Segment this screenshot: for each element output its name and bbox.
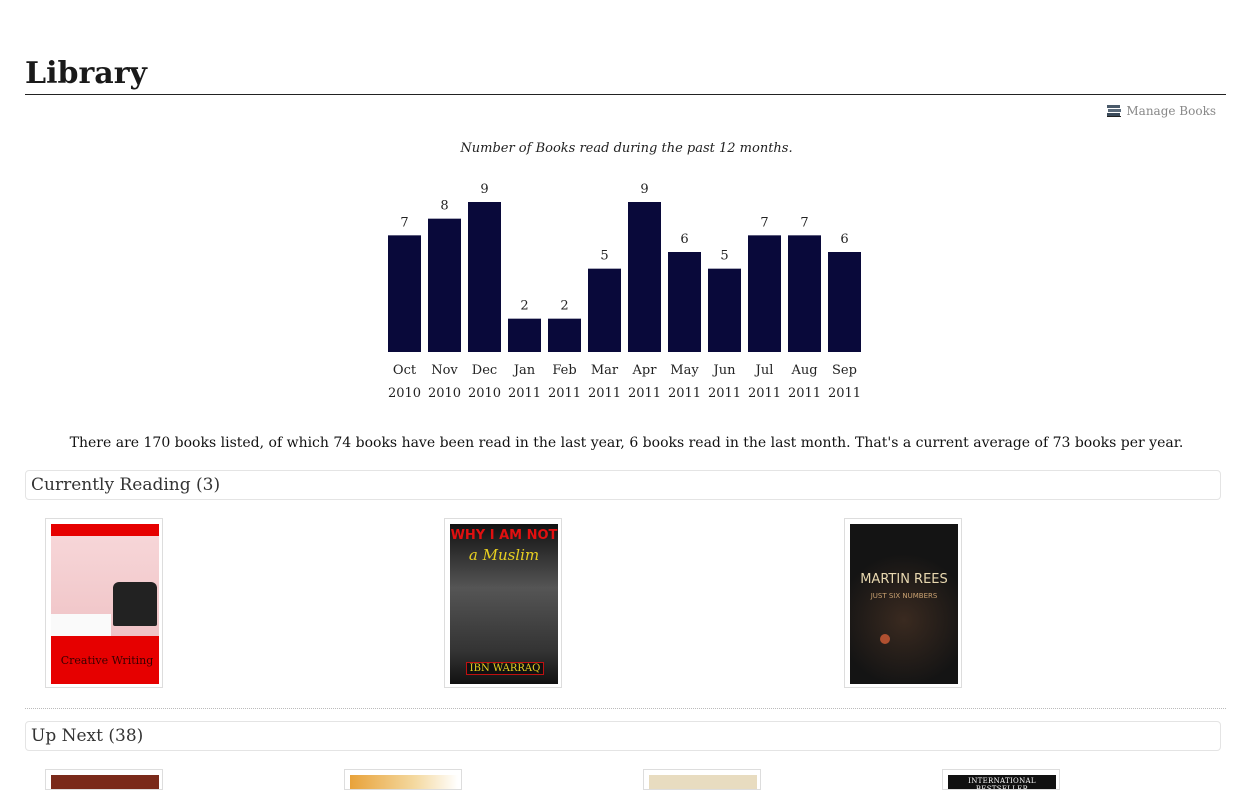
x-tick-month: Sep <box>832 363 857 378</box>
bar-value-label: 2 <box>560 299 568 314</box>
x-tick-month: Oct <box>393 363 417 378</box>
cover-author: IBN WARRAQ <box>466 662 544 675</box>
bar-feb-2011 <box>548 318 581 352</box>
x-tick-month: Jun <box>712 363 737 378</box>
bar-jul-2011 <box>748 235 781 352</box>
bar-value-label: 7 <box>400 215 408 230</box>
bar-may-2011 <box>668 252 701 352</box>
x-tick-year: 2010 <box>428 386 461 401</box>
x-tick-year: 2011 <box>668 386 701 401</box>
currently-reading-header[interactable]: Currently Reading (3) <box>25 470 1221 500</box>
manage-books-label: Manage Books <box>1126 104 1216 118</box>
x-tick-month: Dec <box>472 363 497 378</box>
book-cover[interactable] <box>344 769 462 790</box>
cover-image: MARTIN REES JUST SIX NUMBERS <box>850 524 958 684</box>
x-tick-year: 2011 <box>828 386 861 401</box>
x-tick-year: 2011 <box>508 386 541 401</box>
bar-dec-2010 <box>468 202 501 352</box>
x-tick-month: Apr <box>632 363 658 378</box>
bar-jan-2011 <box>508 318 541 352</box>
x-tick-year: 2011 <box>748 386 781 401</box>
bar-value-label: 2 <box>520 299 528 314</box>
x-tick-year: 2011 <box>708 386 741 401</box>
x-tick-year: 2011 <box>788 386 821 401</box>
library-summary: There are 170 books listed, of which 74 … <box>69 435 1184 451</box>
bar-jun-2011 <box>708 268 741 352</box>
x-tick-year: 2010 <box>388 386 421 401</box>
cover-title: JUST SIX NUMBERS <box>870 592 938 600</box>
bar-value-label: 9 <box>480 182 488 197</box>
cover-image <box>51 775 159 789</box>
cover-image: INTERNATIONAL BESTSELLER <box>948 775 1056 790</box>
x-tick-month: Jan <box>512 363 536 378</box>
up-next-header[interactable]: Up Next (38) <box>25 721 1221 751</box>
cover-image <box>350 775 458 789</box>
bar-sep-2011 <box>828 252 861 352</box>
bar-value-label: 7 <box>760 215 768 230</box>
bar-value-label: 8 <box>440 199 448 214</box>
book-cover[interactable] <box>45 769 163 790</box>
x-tick-year: 2011 <box>628 386 661 401</box>
cover-title: WHY I AM NOT <box>450 528 558 543</box>
books-icon <box>1106 103 1122 119</box>
bar-value-label: 9 <box>640 182 648 197</box>
manage-books-link[interactable]: Manage Books <box>1106 103 1216 119</box>
cover-image: WHY I AM NOT a Muslim IBN WARRAQ <box>450 524 558 684</box>
bar-value-label: 7 <box>800 215 808 230</box>
bar-apr-2011 <box>628 202 661 352</box>
bar-mar-2011 <box>588 268 621 352</box>
x-tick-month: Jul <box>754 363 774 378</box>
x-tick-month: Mar <box>591 363 619 378</box>
x-tick-year: 2010 <box>468 386 501 401</box>
book-cover-creative-writing[interactable]: Creative Writing <box>45 518 163 688</box>
page-title: Library <box>25 56 1226 95</box>
book-cover[interactable]: INTERNATIONAL BESTSELLER <box>942 769 1060 790</box>
cover-author: MARTIN REES <box>860 572 948 587</box>
x-tick-month: Aug <box>790 363 817 378</box>
bar-value-label: 6 <box>840 232 848 247</box>
bar-value-label: 6 <box>680 232 688 247</box>
section-divider <box>25 708 1226 709</box>
x-tick-month: Nov <box>431 363 458 378</box>
cover-image: Creative Writing <box>51 524 159 684</box>
x-tick-year: 2011 <box>548 386 581 401</box>
bar-value-label: 5 <box>720 249 728 264</box>
cover-title: Creative Writing <box>60 654 154 667</box>
bar-oct-2010 <box>388 235 421 352</box>
bar-value-label: 5 <box>600 249 608 264</box>
book-cover-just-six-numbers[interactable]: MARTIN REES JUST SIX NUMBERS <box>844 518 962 688</box>
book-cover-why-i-am-not-a-muslim[interactable]: WHY I AM NOT a Muslim IBN WARRAQ <box>444 518 562 688</box>
chart-title: Number of Books read during the past 12 … <box>460 141 793 156</box>
bar-aug-2011 <box>788 235 821 352</box>
bar-nov-2010 <box>428 218 461 352</box>
x-tick-month: Feb <box>552 363 576 378</box>
cover-image <box>649 775 757 789</box>
cover-text: INTERNATIONAL BESTSELLER <box>968 777 1036 790</box>
x-tick-month: May <box>670 363 699 378</box>
cover-subtitle: a Muslim <box>468 546 540 564</box>
x-tick-year: 2011 <box>588 386 621 401</box>
book-cover[interactable] <box>643 769 761 790</box>
books-read-chart: 7 Oct 2010 8 Nov 2010 9 Dec 2010 2 Jan 2011 2 Feb 2011… <box>388 182 861 401</box>
